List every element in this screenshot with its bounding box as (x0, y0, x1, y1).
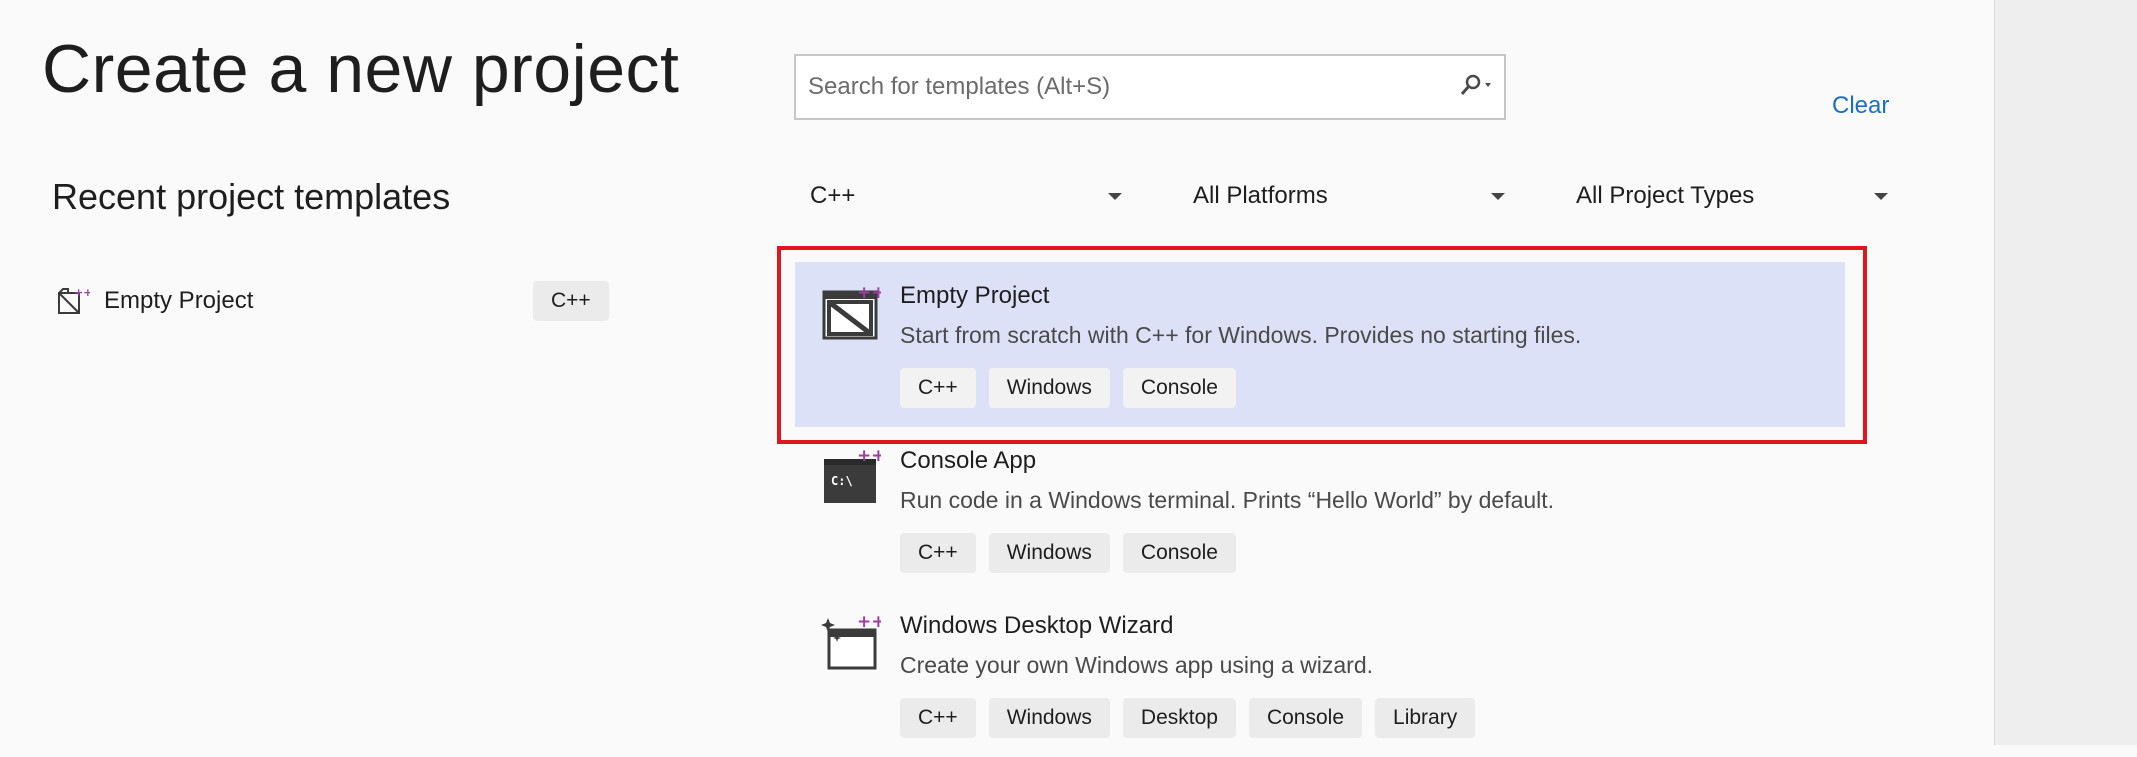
template-tag: Windows (988, 368, 1110, 408)
template-name: Empty Project (900, 282, 1050, 309)
desktop-wizard-icon: ++ (821, 612, 886, 672)
recent-item-label: Empty Project (104, 287, 254, 314)
chevron-down-icon (1108, 192, 1122, 200)
platform-filter-dropdown[interactable]: All Platforms (1193, 176, 1505, 216)
template-item-windows-desktop-wizard[interactable]: ++ Windows Desktop Wizard Create your ow… (795, 592, 1845, 757)
template-tag: C++ (900, 368, 976, 408)
empty-project-icon: ++ (821, 282, 886, 342)
template-tag: Console (1122, 368, 1236, 408)
chevron-down-icon (1491, 192, 1505, 200)
recent-item-language-tag: C++ (533, 281, 609, 321)
template-tag: Windows (988, 533, 1110, 573)
template-name: Windows Desktop Wizard (900, 612, 1174, 639)
project-type-filter-dropdown[interactable]: All Project Types (1576, 176, 1888, 216)
template-tag: C++ (900, 698, 976, 738)
template-description: Create your own Windows app using a wiza… (900, 652, 1374, 678)
template-item-empty-project[interactable]: ++ Empty Project Start from scratch with… (795, 262, 1845, 427)
svg-text:++: ++ (74, 286, 90, 299)
template-tag: Windows (988, 698, 1110, 738)
template-tag: Library (1375, 698, 1476, 738)
search-icon[interactable] (1444, 57, 1504, 117)
chevron-down-icon (1874, 192, 1888, 200)
platform-filter-value: All Platforms (1193, 182, 1328, 209)
template-name: Console App (900, 447, 1037, 474)
clear-filters-link[interactable]: Clear (1832, 92, 1889, 120)
svg-text:++: ++ (857, 612, 881, 632)
template-item-console-app[interactable]: C:\ ++ Console App Run code in a Windows… (795, 427, 1845, 592)
template-tag: Desktop (1122, 698, 1236, 738)
template-description: Start from scratch with C++ for Windows.… (900, 322, 1582, 348)
template-tags: C++ Windows Desktop Console Library (900, 698, 1476, 738)
page-title: Create a new project (42, 31, 680, 107)
recent-templates-heading: Recent project templates (52, 176, 451, 217)
search-input[interactable] (806, 66, 1444, 108)
template-search-box[interactable] (794, 54, 1506, 120)
svg-text:++: ++ (857, 447, 881, 466)
template-tags: C++ Windows Console (900, 533, 1236, 573)
language-filter-value: C++ (810, 182, 856, 209)
console-app-icon: C:\ ++ (821, 446, 886, 507)
project-type-filter-value: All Project Types (1576, 182, 1755, 209)
template-tag: Console (1122, 533, 1236, 573)
template-tag: C++ (900, 533, 976, 573)
template-list: ++ Empty Project Start from scratch with… (795, 262, 1845, 757)
template-tag: Console (1248, 698, 1363, 738)
template-tags: C++ Windows Console (900, 368, 1236, 408)
empty-project-icon: ++ (56, 284, 92, 318)
right-side-panel (1994, 0, 2137, 745)
svg-text:++: ++ (857, 283, 881, 303)
template-description: Run code in a Windows terminal. Prints “… (900, 487, 1555, 513)
language-filter-dropdown[interactable]: C++ (810, 176, 1122, 216)
recent-item-empty-project[interactable]: ++ Empty Project C++ (56, 278, 616, 324)
svg-text:C:\: C:\ (831, 474, 853, 488)
